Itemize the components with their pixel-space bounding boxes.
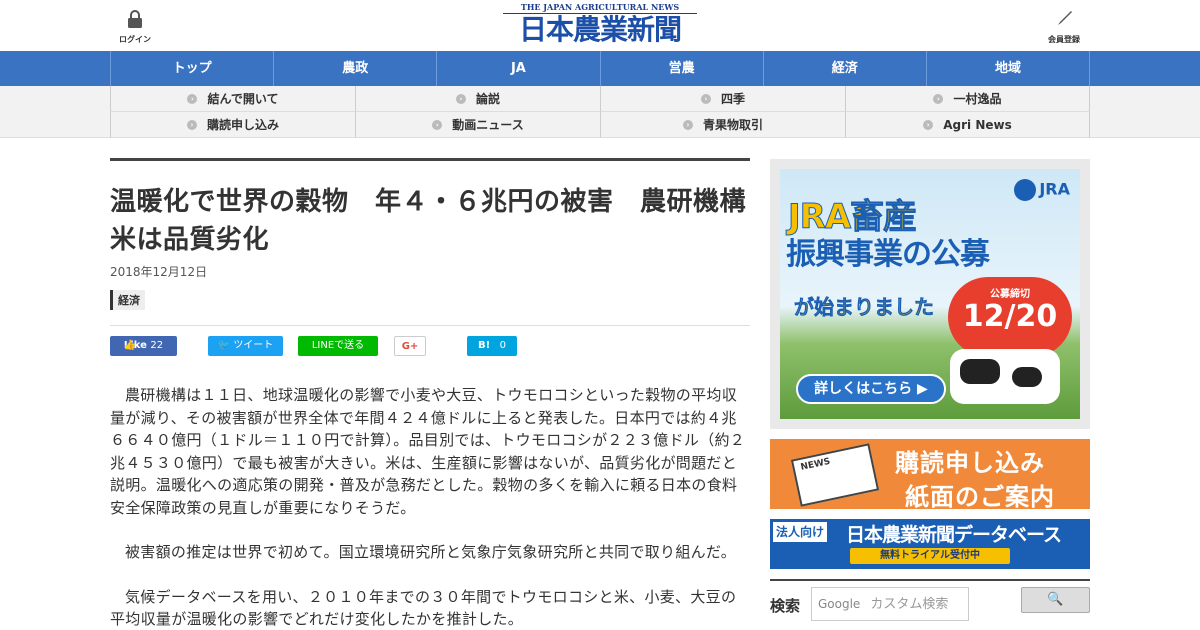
- divider: [110, 325, 750, 326]
- nav-item-nosei[interactable]: 農政: [273, 51, 436, 86]
- search-input[interactable]: Google カスタム検索: [811, 587, 969, 621]
- subnav-label: 動画ニュース: [452, 118, 524, 132]
- nav-item-einou[interactable]: 営農: [599, 51, 763, 86]
- lock-icon: [128, 10, 142, 28]
- jra-ad-image: JRA JRA畜産 振興事業の公募 が始まりました 公募締切 12/20 詳しく…: [780, 169, 1080, 419]
- article-paragraph: 被害額の推定は世界で初めて。国立環境研究所と気象庁気象研究所と共同で取り組んだ。: [125, 543, 737, 561]
- arrow-circle-icon: ›: [432, 119, 443, 130]
- line-share-button[interactable]: LINEで送る: [298, 336, 378, 356]
- nav-item-top[interactable]: トップ: [110, 51, 273, 86]
- category-badge[interactable]: 経済: [110, 290, 145, 310]
- database-title: 日本農業新聞データベース: [846, 524, 1062, 546]
- deadline-date: 12/20: [962, 299, 1058, 334]
- sub-nav: › 結んで開いて › 論説 › 四季 › 一村逸品 › 購読申し込み › 動画ニュース › 青…: [0, 86, 1200, 138]
- site-header: ログイン THE JAPAN AGRICULTURAL NEWS 日本農業新聞 …: [0, 0, 1200, 50]
- twitter-share-button[interactable]: 🐦 ツイート: [208, 336, 283, 356]
- share-buttons: 👍 Like 22 🐦 ツイート LINEで送る G+ B! 0: [110, 336, 750, 356]
- subnav-item[interactable]: › 一村逸品: [845, 86, 1090, 112]
- article-paragraph: 農研機構は１１日、地球温暖化の影響で小麦や大豆、トウモロコシといった穀物の平均収…: [110, 386, 746, 517]
- subscribe-subtitle: 紙面のご案内: [905, 483, 1055, 509]
- arrow-circle-icon: ›: [186, 119, 197, 130]
- jra-logo: JRA: [1014, 179, 1070, 201]
- google-brand-text: Google: [818, 597, 861, 611]
- hatena-bookmark-button[interactable]: B! 0: [467, 336, 517, 356]
- arrow-circle-icon: ›: [682, 119, 693, 130]
- arrow-circle-icon: ›: [923, 119, 934, 130]
- nav-item-chiiki[interactable]: 地域: [925, 51, 1091, 86]
- newspaper-label: NEWS: [799, 456, 832, 473]
- cow-illustration: [950, 349, 1060, 404]
- newspaper-icon: NEWS: [790, 443, 880, 507]
- twitter-share-label: ツイート: [233, 340, 274, 351]
- subnav-item[interactable]: › 結んで開いて: [110, 86, 355, 112]
- subnav-item[interactable]: › 購読申し込み: [110, 112, 355, 138]
- article-title: 温暖化で世界の穀物 年４・６兆円の被害 農研機構 米は品質劣化: [110, 187, 773, 255]
- jra-details-button[interactable]: 詳しくはこちら ▶: [796, 374, 946, 404]
- subnav-item[interactable]: › 青果物取引: [600, 112, 845, 138]
- article: 温暖化で世界の穀物 年４・６兆円の被害 農研機構 米は品質劣化 2018年12月…: [110, 158, 773, 630]
- arrow-circle-icon: ›: [700, 93, 711, 104]
- google-plus-button[interactable]: G+: [394, 336, 426, 356]
- subnav-item[interactable]: › 四季: [600, 86, 845, 112]
- thumbs-up-icon: 👍: [123, 340, 137, 351]
- subnav-item[interactable]: › 動画ニュース: [355, 112, 600, 138]
- subnav-item[interactable]: › 論説: [355, 86, 600, 112]
- database-banner[interactable]: 法人向け 日本農業新聞データベース 無料トライアル受付中: [770, 519, 1090, 569]
- logo-japanese: 日本農業新聞: [518, 13, 682, 46]
- twitter-bird-icon: 🐦: [217, 340, 231, 351]
- arrow-circle-icon: ›: [933, 93, 944, 104]
- site-search: 検索 Google カスタム検索 🔍: [770, 579, 1090, 630]
- subnav-label: Agri News: [943, 118, 1012, 132]
- facebook-like-button[interactable]: 👍 Like 22: [110, 336, 177, 356]
- jra-headline-3: が始まりました: [794, 295, 935, 320]
- login-label: ログイン: [119, 35, 151, 44]
- hatena-icon: B!: [477, 340, 491, 351]
- site-logo[interactable]: THE JAPAN AGRICULTURAL NEWS 日本農業新聞: [503, 2, 697, 46]
- subnav-label: 一村逸品: [953, 92, 1002, 106]
- search-button[interactable]: 🔍: [1021, 587, 1090, 613]
- nav-item-ja[interactable]: JA: [436, 51, 599, 86]
- subscribe-banner[interactable]: NEWS 購読申し込み 紙面のご案内: [770, 439, 1090, 509]
- subnav-label: 論説: [475, 92, 500, 106]
- article-date: 2018年12月12日: [110, 265, 208, 279]
- jra-deadline-badge: 公募締切 12/20: [948, 277, 1072, 357]
- jra-details-label: 詳しくはこちら: [814, 381, 913, 397]
- deadline-label: 公募締切: [990, 289, 1030, 300]
- arrow-circle-icon: ›: [187, 93, 198, 104]
- jra-ad-banner[interactable]: JRA JRA畜産 振興事業の公募 が始まりました 公募締切 12/20 詳しく…: [770, 159, 1090, 429]
- subnav-label: 青果物取引: [702, 118, 763, 132]
- login-link[interactable]: ログイン: [118, 10, 152, 45]
- search-placeholder: カスタム検索: [870, 597, 949, 612]
- member-register-link[interactable]: 会員登録: [1046, 10, 1082, 45]
- member-register-label: 会員登録: [1048, 35, 1080, 44]
- sidebar: JRA JRA畜産 振興事業の公募 が始まりました 公募締切 12/20 詳しく…: [770, 159, 1090, 630]
- article-paragraph: 気候データベースを用い、２０１０年までの３０年間でトウモロコシと米、小麦、大豆の…: [110, 587, 737, 629]
- subscribe-title: 購読申し込み: [895, 449, 1045, 477]
- search-label: 検索: [770, 597, 801, 615]
- jra-horse-icon: [1014, 179, 1037, 201]
- play-circle-icon: ▶: [917, 381, 928, 397]
- main-nav: トップ 農政 JA 営農 経済 地域: [0, 51, 1200, 86]
- corporate-tag: 法人向け: [773, 522, 828, 542]
- subnav-label: 購読申し込み: [206, 118, 279, 132]
- article-body: 農研機構は１１日、地球温暖化の影響で小麦や大豆、トウモロコシといった穀物の平均収…: [110, 384, 750, 630]
- nav-item-keizai[interactable]: 経済: [762, 51, 926, 86]
- search-icon: 🔍: [1047, 592, 1064, 607]
- subnav-item[interactable]: › Agri News: [845, 112, 1090, 138]
- subnav-label: 結んで開いて: [207, 92, 279, 106]
- subnav-label: 四季: [720, 92, 745, 106]
- facebook-like-count: 22: [150, 340, 164, 351]
- article-top-rule: [110, 158, 750, 161]
- jra-headline-2: 振興事業の公募: [786, 237, 990, 272]
- arrow-circle-icon: ›: [455, 93, 466, 104]
- trial-badge: 無料トライアル受付中: [850, 548, 1010, 564]
- pen-icon: [1058, 11, 1072, 25]
- hatena-count: 0: [499, 340, 507, 351]
- jra-logo-text: JRA: [1039, 179, 1070, 199]
- line-share-label: LINEで送る: [311, 340, 365, 351]
